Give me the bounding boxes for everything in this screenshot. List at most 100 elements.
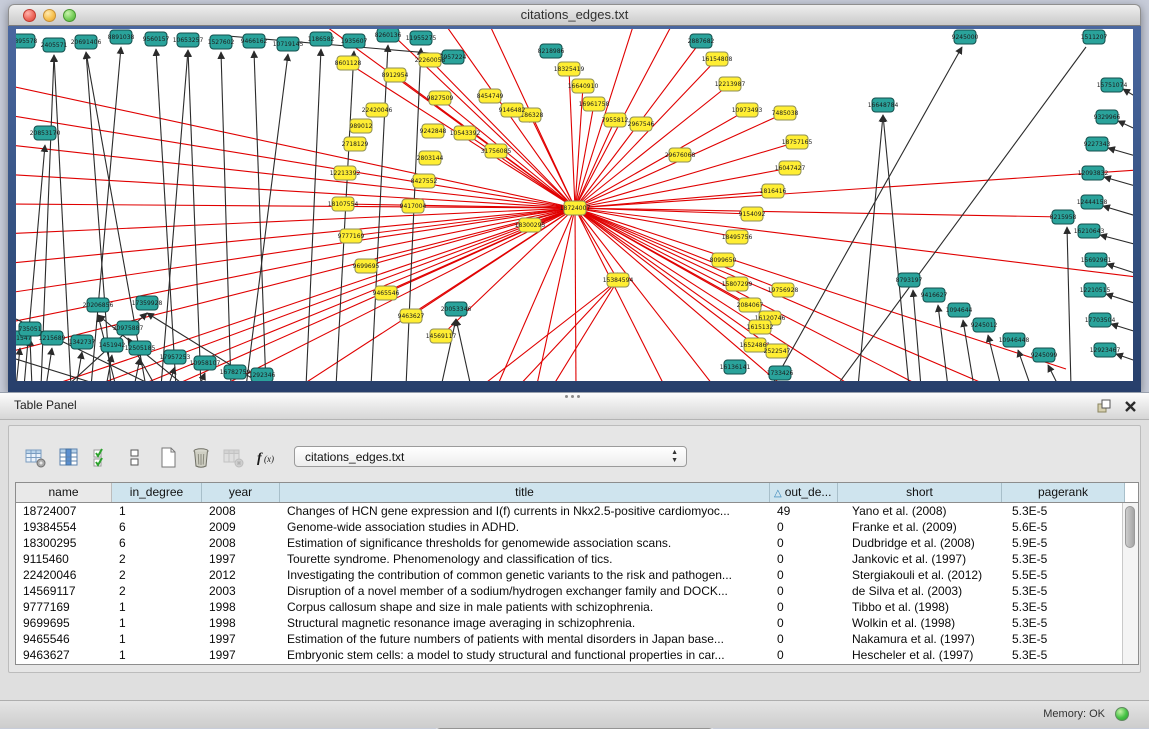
graph-node[interactable]: 10543392 <box>450 126 481 140</box>
table-cell[interactable]: 5.3E-5 <box>1002 583 1125 599</box>
table-cell[interactable]: Investigating the contribution of common… <box>280 567 770 583</box>
graph-node[interactable]: 9245099 <box>1031 348 1058 362</box>
graph-node[interactable]: 8601128 <box>335 56 362 70</box>
graph-node[interactable]: 1511207 <box>1081 30 1108 44</box>
table-cell[interactable]: 1997 <box>202 551 280 567</box>
table-cell[interactable]: 1 <box>112 503 202 519</box>
graph-node[interactable]: 8099650 <box>710 253 737 267</box>
graph-node[interactable]: 9465546 <box>373 286 400 300</box>
table-cell[interactable]: 2012 <box>202 567 280 583</box>
table-cell[interactable]: 5.3E-5 <box>1002 647 1125 663</box>
table-cell[interactable]: 5.3E-5 <box>1002 615 1125 631</box>
graph-node[interactable]: 1451942 <box>99 338 126 352</box>
table-cell[interactable]: 0 <box>770 551 838 567</box>
graph-node[interactable]: 18107554 <box>328 197 359 211</box>
table-cell[interactable]: 0 <box>770 535 838 551</box>
table-cell[interactable]: 2 <box>112 567 202 583</box>
graph-node[interactable]: 2967546 <box>628 117 655 131</box>
graph-node[interactable]: 9416627 <box>921 288 948 302</box>
table-cell[interactable]: Nakamura et al. (1997) <box>838 631 1002 647</box>
graph-node[interactable]: 18325419 <box>554 62 585 76</box>
table-cell[interactable]: 6 <box>112 535 202 551</box>
column-header-out_de[interactable]: △out_de... <box>770 483 838 502</box>
graph-node[interactable]: 12210515 <box>1080 283 1111 297</box>
graph-node[interactable]: 9827509 <box>427 91 454 105</box>
table-cell[interactable]: 1997 <box>202 647 280 663</box>
graph-node[interactable]: 16782759 <box>220 365 251 379</box>
graph-node[interactable]: 15751074 <box>1097 78 1128 92</box>
graph-node[interactable]: 9329966 <box>1094 110 1121 124</box>
table-cell[interactable]: 1998 <box>202 615 280 631</box>
column-header-name[interactable]: name <box>16 483 112 502</box>
graph-node[interactable]: 1094644 <box>946 303 973 317</box>
graph-node[interactable]: 9777169 <box>338 229 365 243</box>
graph-node[interactable]: 10719145 <box>273 37 304 51</box>
row-height-icon[interactable] <box>124 446 146 470</box>
table-cell[interactable]: Stergiakouli et al. (2012) <box>838 567 1002 583</box>
graph-node[interactable]: 17957253 <box>160 350 191 364</box>
table-cell[interactable]: Jankovic et al. (1997) <box>838 551 1002 567</box>
graph-node[interactable]: 1215689 <box>39 331 66 345</box>
table-cell[interactable]: 9465546 <box>16 631 112 647</box>
graph-node[interactable]: 9245012 <box>971 318 998 332</box>
table-cell[interactable]: Dudbridge et al. (2008) <box>838 535 1002 551</box>
table-cell[interactable]: 5.5E-5 <box>1002 567 1125 583</box>
column-header-year[interactable]: year <box>202 483 280 502</box>
table-row[interactable]: 1830029562008Estimation of significance … <box>16 535 1138 551</box>
delete-column-icon[interactable] <box>190 446 212 470</box>
table-cell[interactable]: 49 <box>770 503 838 519</box>
graph-node[interactable]: 12444158 <box>1077 195 1108 209</box>
graph-node[interactable]: 9466162 <box>241 34 268 48</box>
graph-node[interactable]: 2718129 <box>342 137 369 151</box>
graph-node[interactable]: 1292346 <box>249 368 276 381</box>
table-cell[interactable]: 5.3E-5 <box>1002 599 1125 615</box>
function-builder-icon[interactable]: f (x) <box>256 446 278 470</box>
graph-node[interactable]: 12505185 <box>125 341 156 355</box>
table-cell[interactable]: 1 <box>112 631 202 647</box>
close-panel-icon[interactable] <box>1124 400 1137 418</box>
graph-node[interactable]: 29676068 <box>665 148 696 162</box>
table-mode-icon[interactable] <box>25 446 47 470</box>
table-row[interactable]: 946554611997Estimation of the future num… <box>16 631 1138 647</box>
graph-node[interactable]: 8215958 <box>1050 210 1077 224</box>
table-cell[interactable]: 18724007 <box>16 503 112 519</box>
table-cell[interactable]: 1 <box>112 599 202 615</box>
graph-node[interactable]: 7485038 <box>772 106 799 120</box>
graph-node[interactable]: 7955812 <box>602 113 629 127</box>
table-cell[interactable]: 0 <box>770 519 838 535</box>
new-column-icon[interactable] <box>157 446 179 470</box>
graph-node[interactable]: 19756928 <box>768 283 799 297</box>
table-cell[interactable]: Wolkin et al. (1998) <box>838 615 1002 631</box>
table-selector-dropdown[interactable]: citations_edges.txt ▲▼ <box>294 446 687 467</box>
graph-node[interactable]: 10946448 <box>999 333 1030 347</box>
table-cell[interactable]: 2 <box>112 583 202 599</box>
graph-node[interactable]: 10973493 <box>732 103 763 117</box>
graph-node[interactable]: 16047427 <box>775 161 806 175</box>
graph-node[interactable]: 20691406 <box>71 35 102 49</box>
graph-node[interactable]: 18495756 <box>722 230 753 244</box>
table-row[interactable]: 2242004622012Investigating the contribut… <box>16 567 1138 583</box>
table-row[interactable]: 911546021997Tourette syndrome. Phenomeno… <box>16 551 1138 567</box>
table-cell[interactable]: de Silva et al. (2003) <box>838 583 1002 599</box>
column-header-title[interactable]: title <box>280 483 770 502</box>
splitter-handle-icon[interactable] <box>565 395 583 399</box>
graph-node[interactable]: 18757165 <box>782 135 813 149</box>
show-columns-icon[interactable] <box>58 446 80 470</box>
graph-node[interactable]: 2522547 <box>764 344 791 358</box>
scrollbar-thumb[interactable] <box>1125 506 1135 548</box>
table-cell[interactable]: Corpus callosum shape and size in male p… <box>280 599 770 615</box>
graph-node[interactable]: 10958107 <box>190 356 221 370</box>
table-cell[interactable]: Disruption of a novel member of a sodium… <box>280 583 770 599</box>
graph-node[interactable]: 12213987 <box>715 77 746 91</box>
graph-node[interactable]: 1186582 <box>308 32 335 46</box>
table-cell[interactable]: 0 <box>770 599 838 615</box>
graph-node[interactable]: 2803144 <box>417 151 444 165</box>
graph-node[interactable]: 31756085 <box>481 144 512 158</box>
memory-ok-indicator[interactable] <box>1115 707 1129 721</box>
graph-node[interactable]: 22260058 <box>415 53 446 67</box>
graph-node[interactable]: 9560157 <box>143 32 170 46</box>
table-cell[interactable]: 0 <box>770 615 838 631</box>
graph-node[interactable]: 9154092 <box>739 207 766 221</box>
table-cell[interactable]: Embryonic stem cells: a model to study s… <box>280 647 770 663</box>
table-row[interactable]: 969969511998Structural magnetic resonanc… <box>16 615 1138 631</box>
